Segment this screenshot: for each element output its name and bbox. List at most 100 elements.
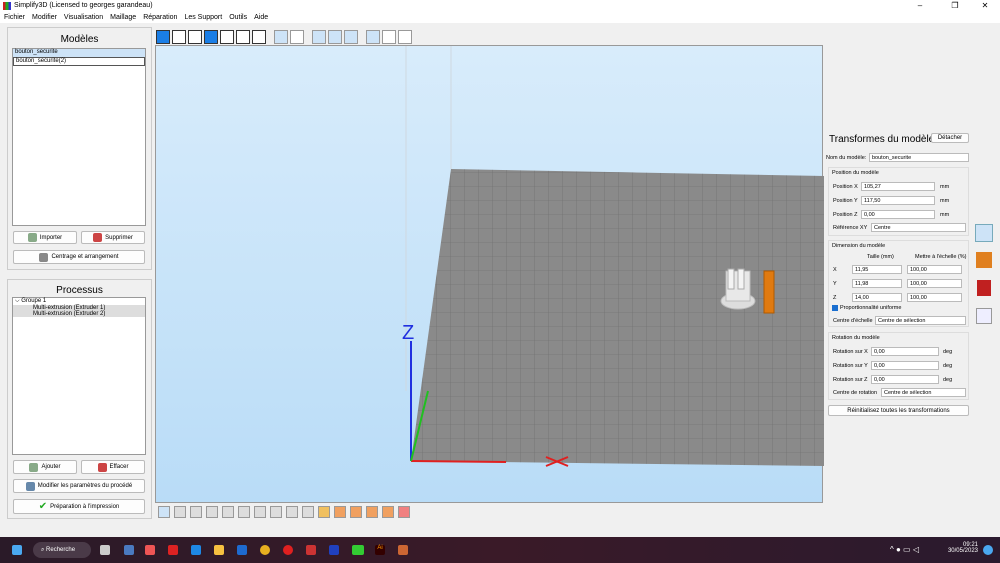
size-y-input[interactable]: 11,98 bbox=[852, 279, 902, 288]
cross-section-icon[interactable] bbox=[977, 280, 991, 296]
axes-icon[interactable] bbox=[312, 30, 326, 44]
repair-icon[interactable] bbox=[302, 506, 314, 518]
app-icon[interactable] bbox=[237, 545, 247, 555]
rotation-z-input[interactable]: 0,00 bbox=[871, 375, 939, 384]
windows-start-icon[interactable] bbox=[12, 545, 22, 555]
build-plate-scene[interactable]: Z bbox=[156, 46, 824, 504]
model-item[interactable]: bouton_securite(2) bbox=[13, 57, 145, 66]
3d-viewport[interactable]: Z bbox=[155, 45, 824, 504]
view-bottom-icon[interactable] bbox=[252, 30, 266, 44]
scale-icon[interactable] bbox=[190, 506, 202, 518]
trash-icon[interactable] bbox=[398, 506, 410, 518]
process-group[interactable]: ⌵ Groupe 1 bbox=[13, 298, 145, 305]
mirror-z-icon[interactable] bbox=[286, 506, 298, 518]
model-name-input[interactable]: bouton_securite bbox=[869, 153, 969, 162]
select-icon[interactable] bbox=[158, 506, 170, 518]
ortho-icon[interactable] bbox=[290, 30, 304, 44]
prepare-print-button[interactable]: ✔ Préparation à l'impression bbox=[13, 499, 145, 514]
app-icon[interactable] bbox=[124, 545, 134, 555]
detach-button[interactable]: Détacher bbox=[931, 133, 969, 143]
minimize-button[interactable]: – bbox=[905, 0, 935, 12]
support-add-icon[interactable] bbox=[334, 506, 346, 518]
variable-settings-icon[interactable] bbox=[976, 308, 992, 324]
rotation-center-select[interactable]: Centre de sélection bbox=[881, 388, 966, 397]
models-list[interactable]: bouton_securite bouton_securite(2) bbox=[12, 48, 146, 226]
chrome-icon[interactable] bbox=[260, 545, 270, 555]
place-face-icon[interactable] bbox=[238, 506, 250, 518]
reset-transforms-button[interactable]: Réinitialisez toutes les transformations bbox=[828, 405, 969, 416]
view-right-icon[interactable] bbox=[220, 30, 234, 44]
menu-aide[interactable]: Aide bbox=[254, 12, 268, 23]
view-front-icon[interactable] bbox=[172, 30, 186, 44]
file-explorer-icon[interactable] bbox=[214, 545, 224, 555]
rotation-x-input[interactable]: 0,00 bbox=[871, 347, 939, 356]
add-process-button[interactable]: Ajouter bbox=[13, 460, 77, 474]
position-z-input[interactable]: 0,00 bbox=[861, 210, 935, 219]
menu-fichier[interactable]: Fichier bbox=[4, 12, 25, 23]
clock[interactable]: 09:21 30/05/2023 bbox=[940, 542, 978, 554]
rotate-icon[interactable] bbox=[206, 506, 218, 518]
scale-y-input[interactable]: 100,00 bbox=[907, 279, 962, 288]
bed-icon[interactable] bbox=[344, 30, 358, 44]
view-top-icon[interactable] bbox=[236, 30, 250, 44]
mirror-y-icon[interactable] bbox=[270, 506, 282, 518]
center-arrange-button[interactable]: Centrage et arrangement bbox=[13, 250, 145, 264]
task-view-icon[interactable] bbox=[100, 545, 110, 555]
rotate-3d-icon[interactable] bbox=[222, 506, 234, 518]
scale-x-input[interactable]: 100,00 bbox=[907, 265, 962, 274]
edit-process-button[interactable]: Modifier les paramètres du procédé bbox=[13, 479, 145, 493]
menu-reparation[interactable]: Réparation bbox=[143, 12, 177, 23]
support-clear-icon[interactable] bbox=[382, 506, 394, 518]
app-icon[interactable] bbox=[398, 545, 408, 555]
size-x-input[interactable]: 11,95 bbox=[852, 265, 902, 274]
position-x-input[interactable]: 105,27 bbox=[861, 182, 935, 191]
model-item[interactable]: bouton_securite bbox=[13, 49, 145, 57]
menu-support[interactable]: Les Support bbox=[184, 12, 222, 23]
wireframe-icon[interactable] bbox=[382, 30, 396, 44]
support-remove-icon[interactable] bbox=[350, 506, 362, 518]
view-iso-icon[interactable] bbox=[156, 30, 170, 44]
build-volume-icon[interactable] bbox=[328, 30, 342, 44]
close-button[interactable]: ✕ bbox=[970, 0, 1000, 12]
delete-button[interactable]: Supprimer bbox=[81, 231, 145, 244]
perspective-icon[interactable] bbox=[274, 30, 288, 44]
tray-icons[interactable]: ^ ● ▭ ◁ bbox=[890, 545, 919, 554]
process-item[interactable]: Multi-extrusion (Extruder 2) bbox=[13, 311, 145, 317]
search-box[interactable]: ⌕ Recherche bbox=[33, 542, 91, 558]
remove-process-button[interactable]: Effacer bbox=[81, 460, 145, 474]
ref-xy-select[interactable]: Centre bbox=[871, 223, 966, 232]
normal-icon[interactable] bbox=[398, 30, 412, 44]
position-y-input[interactable]: 117,50 bbox=[861, 196, 935, 205]
scale-center-select[interactable]: Centre de sélection bbox=[875, 316, 966, 325]
solid-icon[interactable] bbox=[366, 30, 380, 44]
model-bouton-securite-2[interactable] bbox=[763, 270, 775, 314]
uniform-checkbox[interactable] bbox=[832, 305, 838, 311]
opera-icon[interactable] bbox=[283, 545, 293, 555]
menu-maillage[interactable]: Maillage bbox=[110, 12, 136, 23]
view-back-icon[interactable] bbox=[188, 30, 202, 44]
menu-outils[interactable]: Outils bbox=[229, 12, 247, 23]
mirror-x-icon[interactable] bbox=[254, 506, 266, 518]
import-button[interactable]: Importer bbox=[13, 231, 77, 244]
simplify3d-icon[interactable] bbox=[352, 545, 364, 555]
menu-modifier[interactable]: Modifier bbox=[32, 12, 57, 23]
menu-visualisation[interactable]: Visualisation bbox=[64, 12, 103, 23]
support-tool-icon[interactable] bbox=[976, 252, 992, 268]
app-icon[interactable] bbox=[145, 545, 155, 555]
support-icon[interactable] bbox=[318, 506, 330, 518]
move-icon[interactable] bbox=[174, 506, 186, 518]
app-icon[interactable] bbox=[329, 545, 339, 555]
transform-tool-icon[interactable] bbox=[975, 224, 993, 242]
app-icon[interactable] bbox=[168, 545, 178, 555]
view-left-icon[interactable] bbox=[204, 30, 218, 44]
illustrator-icon[interactable]: Ai bbox=[375, 545, 385, 555]
processes-list[interactable]: ⌵ Groupe 1 Multi-extrusion (Extruder 1) … bbox=[12, 297, 146, 455]
edge-icon[interactable] bbox=[191, 545, 201, 555]
scale-z-input[interactable]: 100,00 bbox=[907, 293, 962, 302]
rotation-y-input[interactable]: 0,00 bbox=[871, 361, 939, 370]
size-z-input[interactable]: 14,00 bbox=[852, 293, 902, 302]
app-icon[interactable] bbox=[306, 545, 316, 555]
notification-icon[interactable] bbox=[983, 545, 993, 555]
maximize-button[interactable]: ❐ bbox=[940, 0, 970, 12]
support-edit-icon[interactable] bbox=[366, 506, 378, 518]
